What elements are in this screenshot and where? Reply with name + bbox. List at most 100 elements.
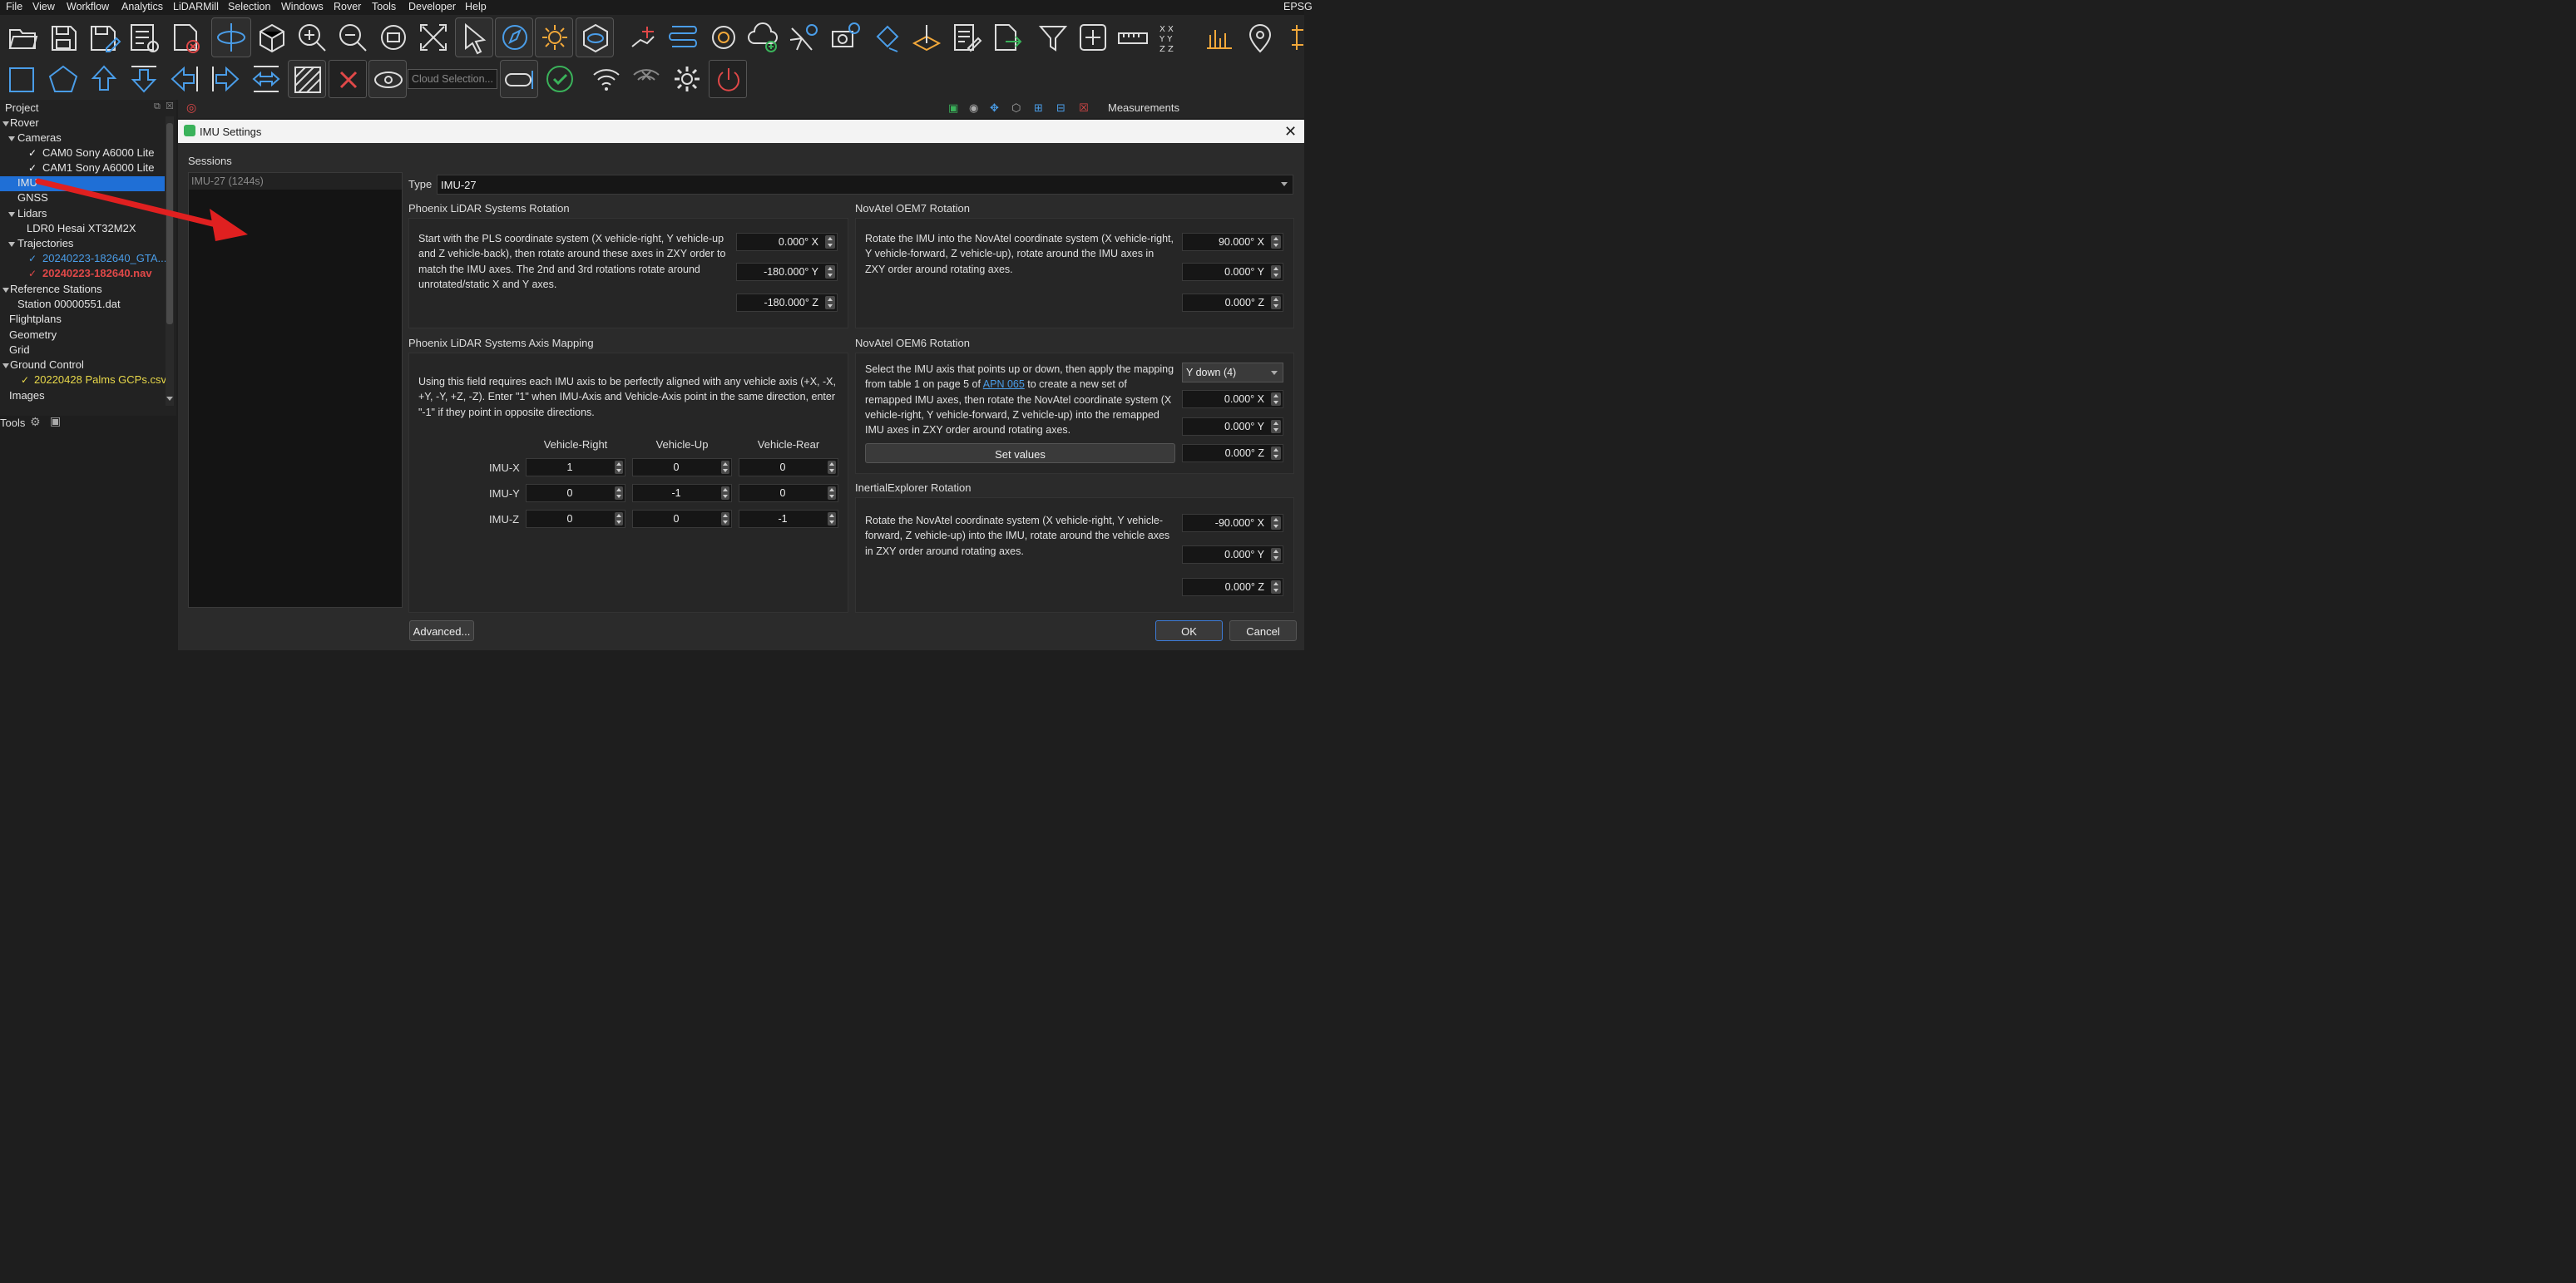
confirm-button[interactable] [541, 60, 579, 98]
dialog-close-icon[interactable]: ✕ [1284, 123, 1297, 141]
open-project-button[interactable] [3, 18, 42, 57]
measure-button[interactable] [1114, 18, 1152, 57]
scroll-down-icon[interactable] [166, 397, 173, 401]
tree-geometry[interactable]: Geometry [0, 328, 165, 343]
oem7-rotation-x-input[interactable]: 90.000° X [1182, 233, 1283, 251]
menu-developer[interactable]: Developer [408, 1, 456, 12]
target-button[interactable] [705, 18, 743, 57]
view-cube-eye-button[interactable] [576, 17, 614, 57]
checked-icon[interactable]: ✓ [28, 268, 37, 279]
menu-rover[interactable]: Rover [334, 1, 361, 12]
more-tools-button[interactable] [1281, 18, 1304, 57]
close-project-button[interactable] [166, 18, 205, 57]
colorize-button[interactable] [868, 18, 906, 57]
tree-gcp-file[interactable]: ✓ 20220428 Palms GCPs.csv [0, 373, 166, 388]
tree-grid[interactable]: Grid [0, 343, 165, 358]
menu-tools[interactable]: Tools [372, 1, 396, 12]
ie-rotation-x-input[interactable]: -90.000° X [1182, 514, 1283, 532]
menu-help[interactable]: Help [465, 1, 487, 12]
reset-view-button[interactable] [374, 18, 413, 57]
menu-selection[interactable]: Selection [228, 1, 270, 12]
tools-settings-icon[interactable]: ⚙ [30, 415, 41, 429]
mapping-cell[interactable]: 0 [632, 510, 732, 528]
mapping-cell[interactable]: 0 [739, 458, 838, 476]
wifi-button[interactable] [587, 60, 625, 98]
tools-save-icon[interactable]: ▣ [50, 414, 61, 428]
flight-lines-button[interactable] [664, 18, 702, 57]
oem7-rotation-z-input[interactable]: 0.000° Z [1182, 294, 1283, 312]
apn-065-link[interactable]: APN 065 [983, 378, 1025, 390]
invert-selection-button[interactable] [288, 60, 326, 98]
ie-rotation-y-input[interactable]: 0.000° Y [1182, 545, 1283, 564]
polygon-select-button[interactable] [44, 60, 82, 98]
wifi-off-button[interactable] [627, 60, 665, 98]
camera-settings-button[interactable] [826, 18, 864, 57]
mapping-cell[interactable]: 0 [526, 510, 625, 528]
power-button[interactable] [709, 60, 747, 98]
menu-windows[interactable]: Windows [281, 1, 324, 12]
close-panel-icon[interactable]: ☒ [166, 101, 174, 111]
fit-view-button[interactable] [414, 18, 452, 57]
mapping-cell[interactable]: 0 [526, 484, 625, 502]
menu-view[interactable]: View [32, 1, 55, 12]
menu-file[interactable]: File [6, 1, 22, 12]
close-panel-icon[interactable]: ☒ [1079, 101, 1089, 115]
tree-ground-control[interactable]: Ground Control [0, 358, 165, 373]
tree-reference-stations[interactable]: Reference Stations [0, 283, 165, 298]
checked-icon[interactable]: ✓ [28, 147, 37, 159]
cloud-selection-combo[interactable]: Cloud Selection... [408, 69, 497, 89]
show-selection-button[interactable] [368, 60, 407, 98]
zoom-in-button[interactable] [293, 18, 331, 57]
save-as-button[interactable] [85, 18, 123, 57]
cube-icon[interactable]: ⬡ [1011, 101, 1021, 115]
select-pointer-button[interactable] [455, 17, 493, 57]
tree-flightplans[interactable]: Flightplans [0, 313, 165, 328]
tree-trajectory-2[interactable]: ✓ 20240223-182640.nav [0, 267, 165, 282]
tree-cameras[interactable]: Cameras [0, 131, 165, 146]
add-panel-icon[interactable]: ⊞ [1034, 101, 1043, 115]
pls-rotation-z-input[interactable]: -180.000° Z [736, 294, 838, 312]
tree-cam0[interactable]: ✓ CAM0 Sony A6000 Lite [0, 146, 165, 161]
cancel-button[interactable]: Cancel [1229, 620, 1297, 641]
ground-classify-button[interactable] [907, 18, 946, 57]
tree-rover[interactable]: Rover [0, 116, 165, 131]
mapping-cell[interactable]: -1 [739, 510, 838, 528]
mapping-cell[interactable]: 1 [526, 458, 625, 476]
location-button[interactable] [1241, 18, 1279, 57]
export-button[interactable] [987, 18, 1026, 57]
select-below-button[interactable] [125, 60, 163, 98]
tree-station[interactable]: Station 00000551.dat [0, 298, 165, 313]
compass-button[interactable] [495, 17, 533, 57]
add-button[interactable] [1074, 18, 1112, 57]
select-right-button[interactable] [206, 60, 245, 98]
filter-button[interactable] [1034, 18, 1072, 57]
move-icon[interactable]: ✥ [990, 101, 999, 115]
camera-view-icon[interactable]: ▣ [948, 101, 958, 115]
project-settings-button[interactable] [125, 18, 163, 57]
cube-view-button[interactable] [253, 18, 291, 57]
menu-workflow[interactable]: Workflow [67, 1, 109, 12]
oem6-rotation-y-input[interactable]: 0.000° Y [1182, 417, 1283, 436]
oem7-rotation-y-input[interactable]: 0.000° Y [1182, 263, 1283, 281]
mapping-cell[interactable]: 0 [632, 458, 732, 476]
advanced-button[interactable]: Advanced... [409, 620, 474, 641]
tree-trajectory-1[interactable]: ✓ 20240223-182640_GTA... [0, 252, 166, 267]
checked-icon[interactable]: ✓ [28, 253, 37, 264]
ok-button[interactable]: OK [1155, 620, 1223, 641]
type-select[interactable]: IMU-27 [437, 175, 1293, 195]
pls-rotation-y-input[interactable]: -180.000° Y [736, 263, 838, 281]
pls-rotation-x-input[interactable]: 0.000° X [736, 233, 838, 251]
dialog-titlebar[interactable] [178, 120, 1304, 143]
oem6-rotation-z-input[interactable]: 0.000° Z [1182, 444, 1283, 462]
undock-icon[interactable]: ⧉ [154, 101, 161, 112]
clear-selection-button[interactable] [329, 60, 367, 98]
imu-axis-select[interactable]: Y down (4) [1182, 363, 1283, 382]
checked-icon[interactable]: ✓ [21, 374, 29, 386]
box-select-button[interactable] [3, 60, 42, 98]
lighting-button[interactable] [535, 17, 573, 57]
select-above-button[interactable] [85, 60, 123, 98]
lidar-settings-button[interactable] [785, 18, 823, 57]
profile-chart-button[interactable] [1200, 18, 1239, 57]
transform-button[interactable] [624, 18, 662, 57]
checked-icon[interactable]: ✓ [28, 162, 37, 174]
